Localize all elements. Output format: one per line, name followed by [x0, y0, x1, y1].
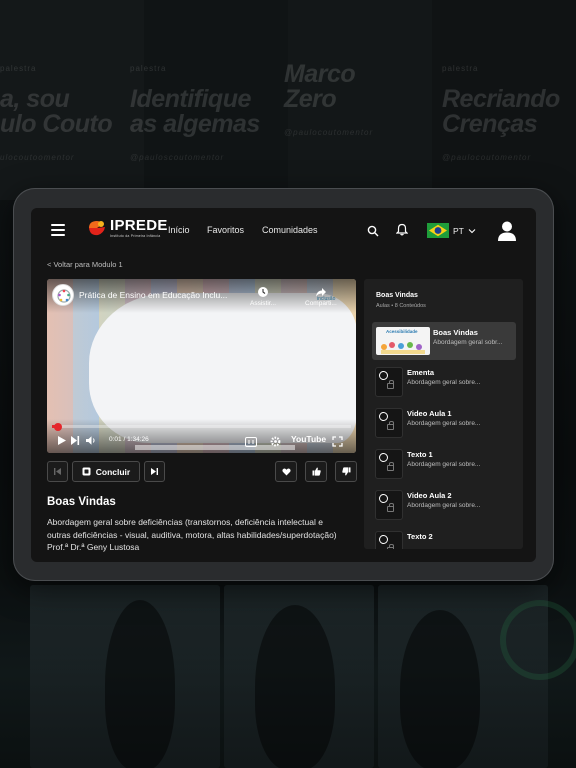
lesson-playlist: Boas Vindas Aulas • 8 Conteúdos Acessibi… [364, 279, 523, 549]
nav-comunidades[interactable]: Comunidades [262, 225, 318, 235]
playlist-title: Boas Vindas [376, 292, 418, 299]
video-player[interactable]: Prática de Ensino em Educação Inclu... A… [47, 279, 356, 453]
favorite-button[interactable] [275, 461, 297, 482]
background-card: palestra Recriando Crenças @paulocoutome… [442, 64, 560, 162]
skip-previous-icon [54, 468, 61, 475]
background-ring [500, 600, 576, 680]
brazil-flag-icon [427, 223, 449, 238]
background-person [105, 600, 175, 768]
locked-content-icon [375, 367, 403, 397]
playlist-item-video-aula-1[interactable]: Video Aula 1 Abordagem geral sobre... [372, 404, 516, 442]
dislike-button[interactable] [335, 461, 357, 482]
logo-subtitle: Instituto da Primeira Infância [110, 234, 161, 238]
video-volume-icon[interactable] [85, 433, 97, 451]
inclusion-badge: inclusão [317, 296, 336, 302]
lesson-description: Abordagem geral sobre deficiências (tran… [47, 517, 337, 553]
youtube-logo[interactable]: YouTube [291, 434, 326, 444]
hamburger-menu-icon[interactable] [51, 224, 65, 236]
locked-content-icon [375, 408, 403, 438]
background-person [255, 605, 335, 768]
item-subtitle: Abordagem geral sobre... [407, 461, 481, 468]
item-subtitle: Abordagem geral sobr... [433, 339, 503, 346]
previous-lesson-button[interactable] [47, 461, 68, 482]
item-subtitle: Abordagem geral sobre... [407, 379, 481, 386]
item-title: Texto 1 [407, 450, 433, 459]
locked-content-icon [375, 449, 403, 479]
conclude-button[interactable]: Concluir [72, 461, 140, 482]
item-title: Video Aula 1 [407, 409, 452, 418]
next-lesson-button[interactable] [144, 461, 165, 482]
video-progress-knob[interactable] [53, 422, 62, 431]
item-title: Video Aula 2 [407, 491, 452, 500]
item-title: Ementa [407, 368, 435, 377]
background-card: palestra Identifique as algemas @paulosc… [130, 64, 260, 162]
item-title: Boas Vindas [433, 328, 478, 337]
lesson-title: Boas Vindas [47, 496, 116, 508]
logo-name: IPREDE [110, 217, 168, 234]
video-play-icon[interactable] [57, 433, 67, 451]
playlist-subtitle: Aulas • 8 Conteúdos [376, 303, 426, 309]
item-subtitle: Abordagem geral sobre... [407, 420, 481, 427]
background-person [400, 610, 480, 768]
background-card: palestra a, sou ulo Couto ulocoutoomento… [0, 64, 113, 162]
thumbs-down-icon [341, 467, 350, 476]
language-selector[interactable]: PT [427, 223, 476, 238]
fullscreen-icon[interactable] [332, 434, 343, 452]
nav-inicio[interactable]: Início [168, 225, 190, 235]
top-navigation-bar: IPREDE Instituto da Primeira Infância In… [31, 208, 536, 254]
video-time: 0:01 / 1:34:26 [109, 436, 149, 443]
playlist-item-ementa[interactable]: Ementa Abordagem geral sobre... [372, 363, 516, 401]
nav-favoritos[interactable]: Favoritos [207, 225, 244, 235]
heart-icon [281, 468, 291, 475]
video-progress-bar[interactable] [52, 422, 351, 431]
checkbox-icon [82, 467, 91, 476]
logo-mark-icon [87, 218, 107, 238]
playlist-item-texto-2[interactable]: Texto 2 [372, 527, 516, 549]
conclude-label: Concluir [95, 466, 131, 477]
item-subtitle: Abordagem geral sobre... [407, 502, 481, 509]
language-label: PT [453, 225, 464, 236]
notification-bell-icon[interactable] [395, 223, 409, 241]
locked-content-icon [375, 490, 403, 520]
chevron-down-icon [468, 228, 476, 233]
settings-gear-icon[interactable] [270, 434, 281, 452]
playlist-item-video-aula-2[interactable]: Video Aula 2 Abordagem geral sobre... [372, 486, 516, 524]
video-next-icon[interactable] [70, 433, 80, 451]
skip-next-icon [151, 468, 158, 475]
background-card: Marco Zero @paulocoutomentor [284, 60, 374, 138]
video-title[interactable]: Prática de Ensino em Educação Inclu... [79, 290, 243, 300]
app-screen: IPREDE Instituto da Primeira Infância In… [31, 208, 536, 562]
playlist-item-texto-1[interactable]: Texto 1 Abordagem geral sobre... [372, 445, 516, 483]
lesson-thumbnail: Acessibilidade [376, 327, 430, 355]
thumbs-up-icon [312, 467, 321, 476]
watch-later-label: Assistir... [250, 300, 277, 307]
user-avatar-icon[interactable] [497, 220, 517, 242]
clock-icon [258, 287, 268, 297]
captions-icon[interactable] [245, 434, 257, 452]
playlist-item-boas-vindas[interactable]: Acessibilidade Boas Vindas Abordagem ger… [372, 322, 516, 360]
back-to-module-link[interactable]: < Voltar para Modulo 1 [47, 260, 123, 269]
like-button[interactable] [305, 461, 327, 482]
locked-content-icon [375, 531, 403, 549]
watch-later-button[interactable]: Assistir... [250, 286, 276, 307]
search-icon[interactable] [367, 224, 379, 242]
item-title: Texto 2 [407, 532, 433, 541]
iprede-logo[interactable]: IPREDE Instituto da Primeira Infância [87, 218, 168, 238]
channel-avatar[interactable] [52, 284, 74, 306]
